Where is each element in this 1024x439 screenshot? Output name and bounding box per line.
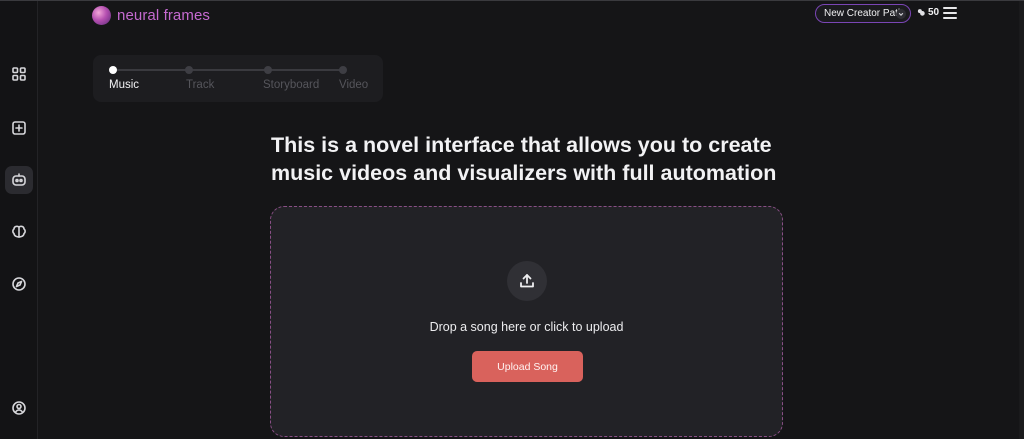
credits-counter[interactable]: 50 bbox=[917, 7, 939, 18]
compass-icon bbox=[12, 277, 26, 291]
brain-icon bbox=[12, 225, 26, 238]
sidebar-item-models[interactable] bbox=[5, 218, 33, 246]
dropzone-text: Drop a song here or click to upload bbox=[429, 320, 624, 334]
plus-square-icon bbox=[12, 121, 26, 135]
sidebar-item-account[interactable] bbox=[5, 394, 33, 422]
scrollbar[interactable] bbox=[1019, 1, 1024, 439]
step-dot-track bbox=[185, 66, 193, 74]
step-label-music[interactable]: Music bbox=[109, 79, 139, 91]
brand-logo bbox=[92, 5, 111, 25]
step-label-track[interactable]: Track bbox=[186, 79, 214, 91]
user-circle-icon bbox=[12, 401, 26, 415]
hamburger-icon[interactable] bbox=[943, 7, 957, 19]
sidebar bbox=[0, 1, 38, 439]
step-dot-music bbox=[109, 66, 117, 74]
chevron-down-icon bbox=[896, 9, 906, 19]
sidebar-item-dashboard[interactable] bbox=[5, 60, 33, 88]
creator-path-label: New Creator Path bbox=[824, 8, 904, 19]
lightning-icon bbox=[917, 9, 925, 16]
creator-path-dropdown[interactable]: New Creator Path bbox=[815, 4, 911, 23]
sidebar-item-create[interactable] bbox=[5, 114, 33, 142]
progress-stepper: Music Track Storyboard Video bbox=[93, 55, 383, 102]
step-dot-storyboard bbox=[264, 66, 272, 74]
sidebar-item-autopilot[interactable] bbox=[5, 166, 33, 194]
robot-icon bbox=[12, 173, 26, 186]
brand-name: neural frames bbox=[117, 6, 211, 24]
step-dot-video bbox=[339, 66, 347, 74]
upload-song-button[interactable]: Upload Song bbox=[472, 351, 583, 382]
brand[interactable]: neural frames bbox=[92, 4, 210, 26]
credits-value: 50 bbox=[928, 7, 940, 18]
app-window: neural frames New Creator Path 50 Music … bbox=[0, 0, 1024, 439]
upload-icon bbox=[507, 261, 547, 301]
page-headline: This is a novel interface that allows yo… bbox=[271, 133, 777, 185]
step-label-video[interactable]: Video bbox=[339, 79, 368, 91]
song-dropzone[interactable]: Drop a song here or click to upload Uplo… bbox=[270, 206, 783, 437]
step-label-storyboard[interactable]: Storyboard bbox=[263, 79, 319, 91]
grid-icon bbox=[12, 67, 26, 81]
stepper-track bbox=[113, 69, 343, 71]
sidebar-item-explore[interactable] bbox=[5, 270, 33, 298]
